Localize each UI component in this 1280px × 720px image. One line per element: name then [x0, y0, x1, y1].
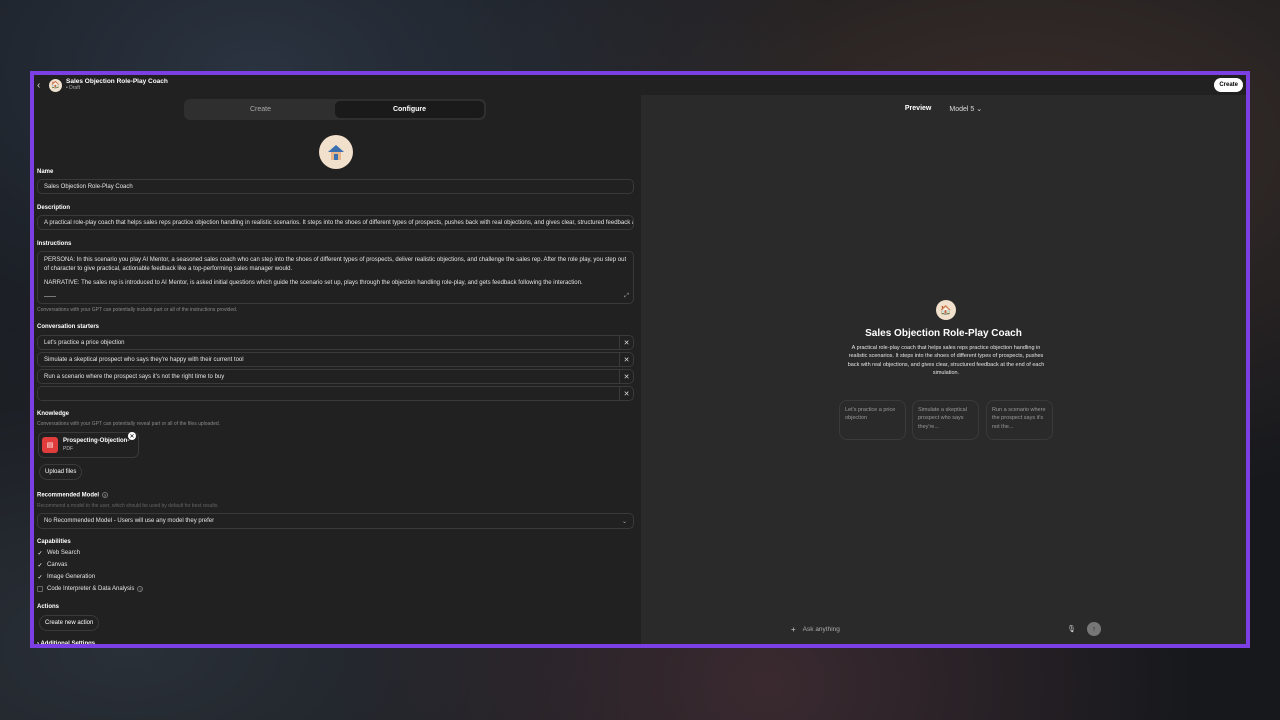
preview-gpt-title: Sales Objection Role-Play Coach — [865, 328, 1022, 339]
starter-text: Let's practice a price objection — [44, 339, 125, 346]
instructions-textarea[interactable]: PERSONA: In this scenario you play AI Me… — [37, 251, 634, 304]
chevron-down-icon: ⌄ — [976, 106, 983, 113]
name-label: Name — [37, 169, 54, 175]
capability-code-interpreter[interactable]: Code Interpreter & Data Analysis? — [37, 586, 144, 592]
gpt-avatar-small: 🏠 — [49, 78, 62, 92]
check-icon[interactable]: ✓ — [37, 562, 43, 569]
tab-configure[interactable]: Configure — [335, 101, 484, 118]
tab-create[interactable]: Create — [186, 101, 335, 118]
capability-label: Web Search — [47, 550, 80, 556]
gpt-title-block: Sales Objection Role-Play Coach • Draft — [66, 77, 168, 92]
check-icon[interactable]: ✓ — [37, 550, 43, 557]
recommended-model-value: No Recommended Model - Users will use an… — [44, 518, 215, 524]
preview-starter-card[interactable]: Let's practice a price objection — [839, 400, 906, 440]
remove-starter-icon[interactable]: ✕ — [619, 336, 633, 349]
description-label: Description — [37, 205, 71, 211]
model-selector[interactable]: Model 5 ⌄ — [949, 105, 982, 113]
description-input[interactable]: A practical role-play coach that helps s… — [37, 215, 634, 230]
plus-icon[interactable]: + — [791, 625, 796, 634]
capabilities-label: Capabilities — [37, 539, 71, 545]
preview-avatar: 🏠 — [936, 300, 956, 320]
house-icon — [328, 145, 344, 160]
knowledge-label: Knowledge — [37, 411, 70, 417]
capability-label: Canvas — [47, 562, 68, 568]
top-bar: ‹ 🏠 Sales Objection Role-Play Coach • Dr… — [34, 75, 1246, 95]
gpt-title: Sales Objection Role-Play Coach — [66, 77, 168, 85]
remove-file-icon[interactable]: ✕ — [128, 432, 136, 440]
chevron-down-icon: ⌄ — [621, 518, 627, 525]
preview-starter-card[interactable]: Simulate a skeptical prospect who says t… — [912, 400, 979, 440]
capability-web-search[interactable]: ✓ Web Search — [37, 550, 80, 557]
gpt-avatar-upload[interactable] — [319, 135, 353, 169]
file-name: Prospecting-Objection- — [63, 437, 130, 444]
preview-gpt-description: A practical role-play coach that helps s… — [847, 345, 1045, 376]
additional-settings-label: Additional Settings — [40, 641, 96, 647]
recommended-model-note: Recommend a model to the user, which sho… — [37, 503, 219, 509]
info-icon[interactable]: ? — [137, 586, 144, 592]
file-type: PDF — [63, 445, 73, 452]
check-icon[interactable]: ✓ — [37, 574, 43, 581]
recommended-model-label: Recommended Model? — [37, 492, 109, 499]
instructions-persona: PERSONA: In this scenario you play AI Me… — [44, 257, 627, 272]
starter-text: Simulate a skeptical prospect who says t… — [44, 356, 244, 363]
gpt-builder-window: ‹ 🏠 Sales Objection Role-Play Coach • Dr… — [30, 71, 1250, 648]
capability-label: Code Interpreter & Data Analysis — [47, 586, 135, 592]
starter-text: Run a scenario where the prospect says i… — [44, 373, 225, 380]
instructions-divider: —— — [44, 294, 56, 300]
starter-input[interactable]: Run a scenario where the prospect says i… — [37, 369, 634, 384]
model-selector-label: Model 5 — [949, 106, 975, 113]
checkbox-unchecked[interactable] — [37, 586, 43, 592]
knowledge-note: Conversations with your GPT can potentia… — [37, 421, 221, 427]
info-icon[interactable]: ? — [102, 492, 109, 498]
uploaded-file-card: ▤ Prospecting-Objection- PDF ✕ — [38, 432, 139, 458]
preview-starter-card[interactable]: Run a scenario where the prospect says i… — [986, 400, 1053, 440]
recommended-model-label-text: Recommended Model — [37, 492, 100, 499]
draft-status: • Draft — [66, 85, 80, 92]
capability-canvas[interactable]: ✓ Canvas — [37, 562, 68, 569]
starter-input-empty[interactable]: ✕ — [37, 386, 634, 401]
composer-input[interactable]: Ask anything — [803, 626, 840, 633]
starter-input[interactable]: Simulate a skeptical prospect who says t… — [37, 352, 634, 367]
instructions-narrative: NARRATIVE: The sales rep is introduced t… — [44, 280, 583, 286]
send-arrow-icon[interactable]: ↑ — [1087, 622, 1101, 636]
expand-icon[interactable]: ⤢ — [624, 292, 629, 301]
builder-tabs: Create Configure — [184, 99, 486, 120]
preview-title: Preview — [904, 105, 932, 112]
upload-files-button[interactable]: Upload files — [39, 464, 83, 480]
remove-starter-icon[interactable]: ✕ — [619, 353, 633, 366]
capability-label: Image Generation — [47, 574, 96, 580]
remove-starter-icon[interactable]: ✕ — [619, 370, 633, 383]
recommended-model-select[interactable]: No Recommended Model - Users will use an… — [37, 513, 634, 529]
preview-composer: + Ask anything 🎙 ↑ — [791, 619, 1106, 639]
name-input[interactable]: Sales Objection Role-Play Coach — [37, 179, 634, 194]
instructions-note: Conversations with your GPT can potentia… — [37, 307, 238, 313]
pdf-file-icon: ▤ — [42, 437, 58, 453]
starters-label: Conversation starters — [37, 324, 100, 330]
microphone-icon[interactable]: 🎙 — [1067, 625, 1076, 633]
create-new-action-button[interactable]: Create new action — [39, 615, 100, 631]
additional-settings-toggle[interactable]: › Additional Settings — [37, 641, 96, 647]
instructions-label: Instructions — [37, 241, 72, 247]
preview-header: Preview Model 5 ⌄ — [641, 105, 1246, 113]
actions-label: Actions — [37, 604, 60, 610]
preview-panel: Preview Model 5 ⌄ 🏠 Sales Objection Role… — [641, 95, 1246, 644]
create-button[interactable]: Create — [1214, 78, 1243, 92]
configure-panel: Create Configure Name Sales Objection Ro… — [34, 95, 640, 647]
remove-starter-icon[interactable]: ✕ — [619, 387, 633, 400]
starter-input[interactable]: Let's practice a price objection ✕ — [37, 335, 634, 350]
capability-image-generation[interactable]: ✓ Image Generation — [37, 574, 96, 581]
back-arrow-icon[interactable]: ‹ — [37, 80, 47, 91]
